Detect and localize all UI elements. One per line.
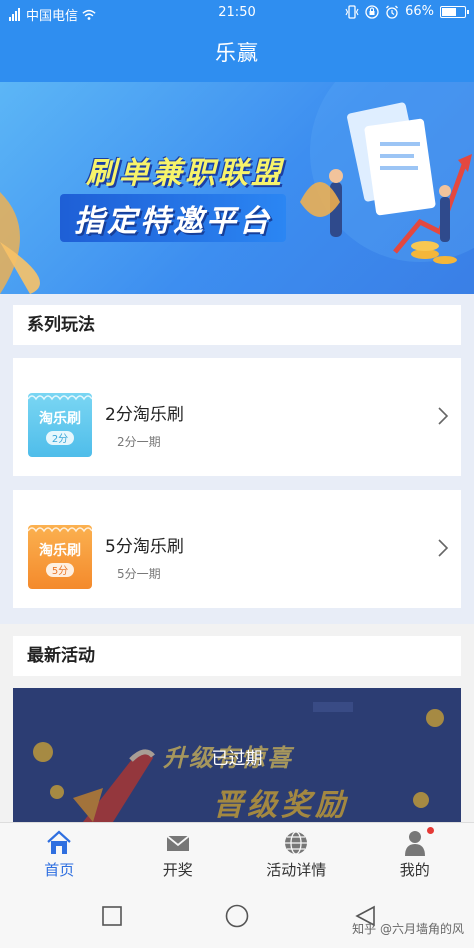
game-card-2min[interactable]: 淘乐刷 2分 2分淘乐刷 2分一期 bbox=[13, 358, 461, 476]
notification-dot bbox=[426, 827, 434, 834]
battery-icon bbox=[440, 5, 469, 18]
activity-promo-card[interactable]: 升级有惊喜 晋级奖励 已过期 bbox=[13, 688, 461, 822]
tab-home[interactable]: 首页 bbox=[0, 823, 119, 884]
home-icon bbox=[47, 830, 71, 854]
expired-label: 已过期 bbox=[211, 749, 263, 769]
home-button[interactable] bbox=[225, 904, 249, 928]
banner-line-1: 刷单兼职联盟 bbox=[86, 156, 284, 191]
activity-section-title: 最新活动 bbox=[13, 636, 461, 676]
tab-profile[interactable]: 我的 bbox=[356, 823, 474, 884]
banner-line-2: 指定特邀平台 bbox=[60, 194, 286, 242]
system-nav-bar bbox=[0, 884, 474, 948]
game-card-5min[interactable]: 淘乐刷 5分 5分淘乐刷 5分一期 bbox=[13, 490, 461, 608]
tab-lottery[interactable]: 开奖 bbox=[119, 823, 238, 884]
page-title: 乐赢 bbox=[215, 41, 259, 65]
battery-percent: 66% bbox=[405, 4, 434, 19]
game-title: 2分淘乐刷 bbox=[105, 405, 184, 425]
status-bar: 中国电信 21:50 66% bbox=[0, 0, 474, 26]
game-title: 5分淘乐刷 bbox=[105, 537, 184, 557]
thumb-text: 淘乐刷 bbox=[39, 542, 81, 559]
user-icon bbox=[404, 831, 425, 856]
watermark: 知乎 @六月墙角的风 bbox=[352, 922, 464, 936]
game-subtitle: 2分一期 bbox=[117, 435, 161, 449]
recent-apps-button[interactable] bbox=[102, 906, 122, 926]
vibrate-icon bbox=[345, 4, 359, 19]
tab-label: 我的 bbox=[399, 861, 430, 879]
status-right: 66% bbox=[345, 4, 469, 19]
envelope-icon bbox=[166, 835, 190, 851]
lock-rotation-icon bbox=[365, 4, 379, 19]
thumb-text: 淘乐刷 bbox=[39, 410, 81, 427]
chevron-right-icon bbox=[438, 539, 449, 557]
promo-banner[interactable]: 刷单兼职联盟 指定特邀平台 bbox=[0, 82, 474, 294]
game-thumb-2min: 淘乐刷 2分 bbox=[28, 393, 92, 457]
app-bar: 乐赢 bbox=[0, 26, 474, 82]
game-subtitle: 5分一期 bbox=[117, 567, 161, 581]
tab-label: 开奖 bbox=[162, 861, 193, 879]
tab-activity-details[interactable]: 活动详情 bbox=[237, 823, 356, 884]
chevron-right-icon bbox=[438, 407, 449, 425]
series-section-title: 系列玩法 bbox=[13, 305, 461, 345]
alarm-icon bbox=[386, 5, 399, 19]
bottom-tab-bar: 首页 开奖 活动详情 我的 bbox=[0, 822, 474, 884]
tab-label: 活动详情 bbox=[266, 861, 327, 879]
game-thumb-5min: 淘乐刷 5分 bbox=[28, 525, 92, 589]
thumb-badge: 2分 bbox=[52, 433, 68, 445]
tab-label: 首页 bbox=[44, 861, 75, 879]
globe-icon bbox=[285, 831, 308, 855]
battery-level bbox=[442, 7, 456, 16]
thumb-badge: 5分 bbox=[52, 565, 68, 577]
